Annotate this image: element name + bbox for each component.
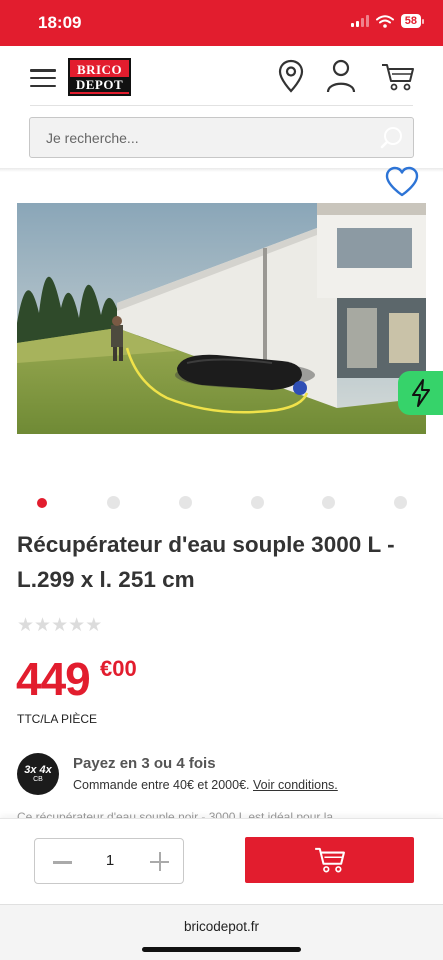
- logo-top: BRICO: [76, 62, 123, 77]
- star-icon: ★: [34, 615, 52, 636]
- status-icons: 58: [350, 14, 425, 28]
- search-bar: [29, 117, 414, 158]
- star-icon: ★: [68, 615, 86, 636]
- quick-action-button[interactable]: [398, 371, 443, 415]
- product-title: Récupérateur d'eau souple 3000 L - L.299…: [17, 532, 395, 592]
- carousel-dot-5[interactable]: [322, 496, 335, 509]
- installment-conditions-text: Commande entre 40€ et 2000€.: [73, 778, 250, 792]
- add-to-cart-button[interactable]: [245, 837, 414, 883]
- status-time: 18:09: [38, 13, 82, 32]
- menu-icon[interactable]: [30, 69, 56, 87]
- conditions-link[interactable]: Voir conditions.: [253, 778, 338, 792]
- quantity-decrease-button[interactable]: [53, 861, 72, 864]
- logo-bottom: DEPOT: [70, 77, 129, 92]
- quantity-stepper: 1: [34, 838, 184, 884]
- account-icon[interactable]: [326, 59, 356, 93]
- product-image[interactable]: [17, 203, 426, 434]
- installment-badge-sub: CB: [33, 776, 43, 783]
- header-divider: [30, 105, 413, 106]
- installment-badge-main: 3x 4x: [24, 764, 52, 776]
- star-icon: ★: [51, 615, 69, 636]
- carousel-dot-4[interactable]: [251, 496, 264, 509]
- site-header: BRICO DEPOT: [0, 46, 443, 106]
- wishlist-heart-icon[interactable]: [384, 166, 420, 198]
- quantity-increase-button[interactable]: [150, 852, 169, 871]
- installment-conditions: Commande entre 40€ et 2000€. Voir condit…: [73, 778, 338, 792]
- star-icon: ★: [85, 615, 103, 636]
- carousel-dot-2[interactable]: [107, 496, 120, 509]
- star-icon: ★: [17, 615, 35, 636]
- cart-icon: [314, 847, 345, 873]
- browser-bar: bricodepot.fr: [0, 904, 443, 960]
- price-cents: €00: [100, 656, 137, 681]
- installment-title: Payez en 3 ou 4 fois: [73, 755, 216, 772]
- wifi-icon: [375, 14, 394, 28]
- rating-stars: ★ ★ ★ ★ ★: [17, 616, 102, 636]
- url-label[interactable]: bricodepot.fr: [0, 919, 443, 934]
- quantity-value[interactable]: 1: [90, 852, 130, 869]
- brand-logo[interactable]: BRICO DEPOT: [68, 58, 131, 96]
- search-input[interactable]: [30, 118, 370, 157]
- cart-icon[interactable]: [381, 63, 415, 91]
- signal-icon: [350, 15, 369, 27]
- battery-indicator: 58: [400, 14, 425, 28]
- carousel-dot-3[interactable]: [179, 496, 192, 509]
- status-bar: 18:09 58: [0, 0, 443, 46]
- lightning-icon: [411, 379, 430, 407]
- carousel-dots: [0, 496, 443, 510]
- store-locator-icon[interactable]: [278, 59, 304, 93]
- search-icon[interactable]: [380, 126, 404, 150]
- carousel-dot-6[interactable]: [394, 496, 407, 509]
- header-shadow: [0, 168, 443, 172]
- product-price: 449 €00: [16, 652, 137, 706]
- installment-badge: 3x 4x CB: [17, 753, 59, 795]
- carousel-dot-1[interactable]: [37, 498, 47, 508]
- purchase-bar: 1: [0, 818, 443, 904]
- price-integer: 449: [16, 653, 91, 705]
- price-unit: TTC/LA PIÈCE: [17, 712, 98, 726]
- home-indicator: [142, 947, 301, 952]
